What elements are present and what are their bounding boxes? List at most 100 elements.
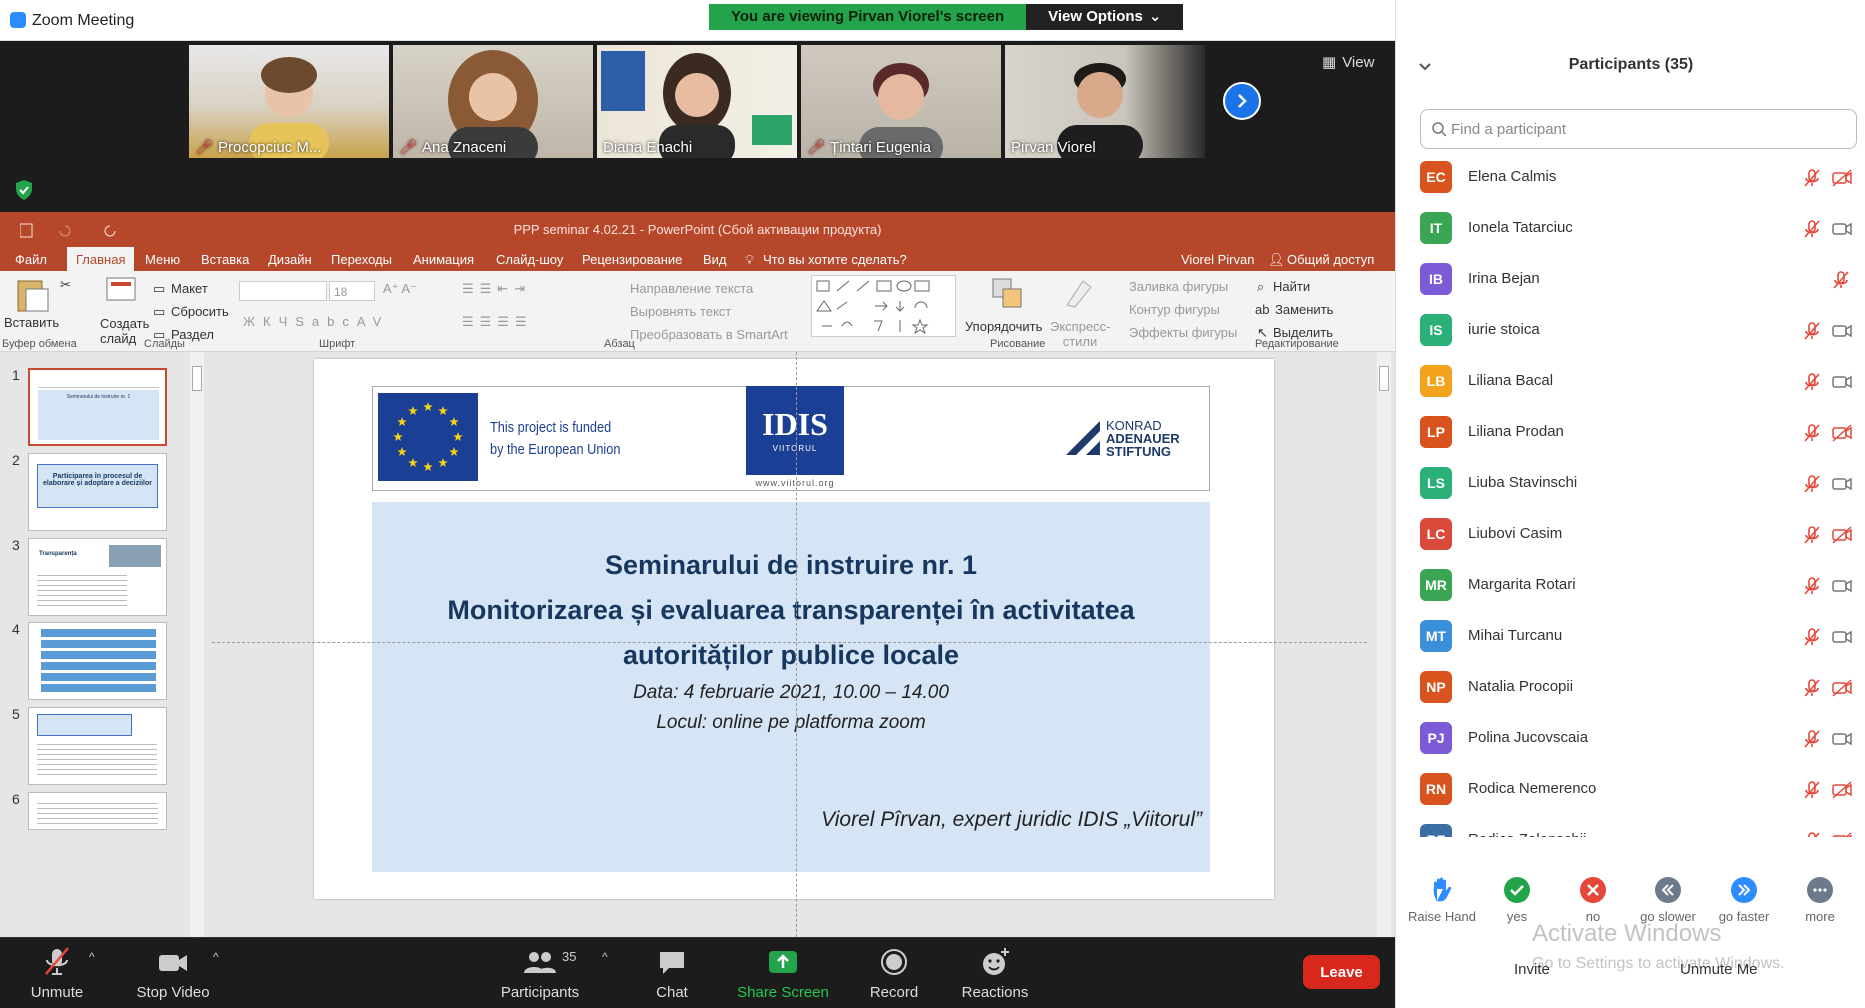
participant-row[interactable]: PJ Polina Jucovscaia — [1420, 712, 1852, 763]
font-size-box[interactable]: 18 — [329, 281, 375, 301]
participant-row[interactable]: IT Ionela Tatarciuc — [1420, 202, 1852, 253]
share-button[interactable]: Общий доступ — [1287, 252, 1374, 267]
tab-design[interactable]: Дизайн — [268, 252, 312, 267]
share-screen-button[interactable]: Share Screen — [733, 946, 833, 1001]
guide-horizontal — [212, 642, 1367, 643]
shapes-gallery[interactable] — [811, 275, 956, 337]
cut-icon[interactable]: ✂ — [60, 277, 71, 293]
window-title: Zoom Meeting — [32, 12, 135, 29]
tab-slideshow[interactable]: Слайд-шоу — [496, 252, 563, 267]
current-slide[interactable]: This project is funded by the European U… — [314, 359, 1274, 899]
group-paragraph: Абзац — [604, 338, 635, 350]
guide-vertical — [796, 352, 797, 977]
unmute-button[interactable]: Unmute — [14, 946, 100, 1001]
no-button[interactable]: no — [1553, 877, 1633, 924]
shape-fill-button[interactable]: Заливка фигуры — [1129, 279, 1228, 294]
video-tile[interactable]: 🎤︎ Țintari Eugenia — [801, 45, 1001, 158]
tab-review[interactable]: Рецензирование — [582, 252, 682, 267]
tab-insert[interactable]: Вставка — [201, 252, 249, 267]
reactions-button[interactable]: Reactions — [950, 946, 1040, 1001]
slide-thumbnails-pane: 1 Seminarului de instruire nr. 1 2 Parti… — [0, 352, 208, 977]
yes-button[interactable]: yes — [1477, 877, 1557, 924]
leave-button[interactable]: Leave — [1303, 955, 1380, 989]
tell-me-box[interactable]: Что вы хотите сделать? — [763, 252, 907, 267]
raise-hand-icon — [1429, 877, 1455, 903]
quick-styles-button[interactable]: Экспресс-стили — [1050, 319, 1111, 349]
participant-row[interactable]: IB Irina Bejan — [1420, 253, 1849, 304]
more-button[interactable]: more — [1780, 877, 1860, 924]
tab-animations[interactable]: Анимация — [413, 252, 474, 267]
participant-row[interactable]: RZ Rodica Zalenschii — [1420, 814, 1852, 837]
text-direction-button[interactable]: Направление текста — [630, 281, 753, 296]
slide-thumbnail[interactable] — [28, 622, 167, 700]
slide-thumbnail[interactable]: Seminarului de instruire nr. 1 — [28, 368, 167, 446]
unmute-me-button[interactable]: Unmute Me — [1680, 961, 1758, 978]
participants-caret-icon[interactable]: ^ — [602, 950, 608, 964]
smartart-button[interactable]: Преобразовать в SmartArt — [630, 327, 788, 342]
search-icon — [1432, 122, 1447, 137]
layout-icon: ▭ — [153, 281, 166, 296]
invite-button[interactable]: Invite — [1514, 961, 1550, 978]
arrange-button[interactable]: Упорядочить — [965, 319, 1042, 334]
go-slower-button[interactable]: go slower — [1628, 877, 1708, 924]
tab-home[interactable]: Главная — [67, 247, 135, 272]
slide-number: 6 — [12, 791, 20, 807]
participants-header: Participants (35) — [1568, 56, 1694, 73]
video-tile[interactable]: Pirvan Viorel — [1005, 45, 1205, 158]
participant-row[interactable]: EC Elena Calmis — [1420, 151, 1852, 202]
slide-thumbnail[interactable]: Transparența — [28, 538, 167, 616]
video-options-caret-icon[interactable]: ^ — [213, 950, 219, 964]
tab-transitions[interactable]: Переходы — [331, 252, 392, 267]
shield-check-icon[interactable] — [14, 179, 34, 201]
quick-styles-icon — [1066, 280, 1092, 308]
view-options-button[interactable]: View Options ⌄ — [1026, 4, 1184, 30]
layout-button[interactable]: Макет — [171, 281, 208, 296]
video-tile[interactable]: 🎤︎ Ana Znaceni — [393, 45, 593, 158]
chat-button[interactable]: Chat — [639, 946, 705, 1001]
slide-thumbnail[interactable] — [28, 792, 167, 830]
paste-button[interactable]: Вставить — [4, 315, 59, 330]
participant-row[interactable]: LC Liubovi Casim — [1420, 508, 1852, 559]
participant-row[interactable]: MR Margarita Rotari — [1420, 559, 1852, 610]
align-text-button[interactable]: Выровнять текст — [630, 304, 731, 319]
participant-row[interactable]: RN Rodica Nemerenco — [1420, 763, 1852, 814]
next-page-button[interactable] — [1223, 82, 1261, 120]
rewind-icon — [1655, 877, 1681, 903]
video-off-icon — [1831, 678, 1853, 698]
paste-icon — [17, 280, 49, 312]
view-button[interactable]: ▦ View — [1322, 53, 1374, 72]
participant-row[interactable]: NP Natalia Procopii — [1420, 661, 1852, 712]
tab-menu[interactable]: Меню — [145, 252, 180, 267]
record-button[interactable]: Record — [858, 946, 930, 1001]
go-faster-button[interactable]: go faster — [1704, 877, 1784, 924]
participant-row[interactable]: LP Liliana Prodan — [1420, 406, 1852, 457]
tab-view[interactable]: Вид — [703, 252, 727, 267]
font-name-box[interactable] — [239, 281, 327, 301]
ppt-user-name: Viorel Pirvan — [1181, 252, 1255, 267]
find-button[interactable]: Найти — [1273, 279, 1310, 294]
audio-options-caret-icon[interactable]: ^ — [89, 950, 95, 964]
chevron-down-icon: ⌄ — [1148, 8, 1162, 25]
replace-button[interactable]: Заменить — [1275, 302, 1333, 317]
slide-scrollbar[interactable] — [1377, 352, 1391, 977]
slide-thumbnail[interactable]: Participarea în procesul de elaborare și… — [28, 453, 167, 531]
new-slide-button[interactable]: Создать слайд — [100, 316, 150, 346]
participant-row[interactable]: LS Liuba Stavinschi — [1420, 457, 1852, 508]
video-tile[interactable]: 🎤︎ Procopciuc M... — [189, 45, 389, 158]
shape-outline-button[interactable]: Контур фигуры — [1129, 302, 1220, 317]
video-camera-icon — [1831, 729, 1853, 749]
reset-button[interactable]: Сбросить — [171, 304, 229, 319]
group-editing: Редактирование — [1255, 338, 1339, 350]
tab-file[interactable]: Файл — [15, 252, 47, 267]
thumbnails-scrollbar[interactable] — [190, 352, 204, 977]
raise-hand-button[interactable]: Raise Hand — [1402, 877, 1482, 924]
participant-row[interactable]: IS iurie stoica — [1420, 304, 1852, 355]
muted-mic-icon — [1802, 168, 1822, 188]
shape-effects-button[interactable]: Эффекты фигуры — [1129, 325, 1237, 340]
stop-video-button[interactable]: Stop Video — [120, 946, 226, 1001]
video-tile-active-speaker[interactable]: Diana Enachi — [597, 45, 797, 158]
participant-row[interactable]: MT Mihai Turcanu — [1420, 610, 1852, 661]
participant-search-input[interactable]: Find a participant — [1420, 109, 1857, 149]
slide-thumbnail[interactable] — [28, 707, 167, 785]
participant-row[interactable]: LB Liliana Bacal — [1420, 355, 1852, 406]
